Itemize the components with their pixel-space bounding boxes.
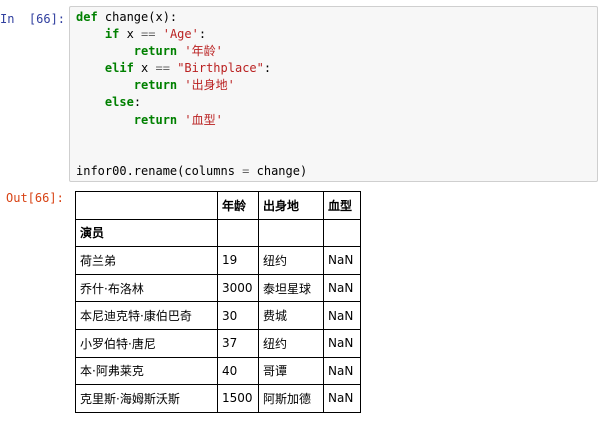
code-keyword: return — [133, 78, 178, 93]
code-keyword: else — [104, 95, 134, 110]
code-editor[interactable]: def change(x): if x == 'Age': return '年龄… — [76, 9, 307, 180]
row-index: 本·阿弗莱克 — [75, 356, 218, 386]
row-index: 荷兰弟 — [75, 246, 218, 275]
table-row: 克里斯·海姆斯沃斯 1500 阿斯加德 NaN — [75, 384, 361, 413]
bloodtype-cell: NaN — [323, 384, 361, 413]
bloodtype-cell: NaN — [323, 301, 361, 330]
code-text: : — [198, 27, 207, 42]
age-cell: 1500 — [217, 384, 259, 413]
age-cell: 40 — [217, 356, 259, 386]
age-cell: 19 — [217, 246, 259, 275]
age-cell: 3000 — [217, 273, 259, 303]
code-cell-input[interactable]: def change(x): if x == 'Age': return '年龄… — [69, 6, 598, 182]
output-prompt: Out[66]: — [6, 191, 64, 205]
input-prompt: In [66]: — [0, 12, 66, 26]
age-cell: 37 — [217, 328, 259, 358]
table-row: 乔什·布洛林 3000 泰坦星球 NaN — [75, 273, 361, 303]
column-header-blank — [75, 191, 218, 220]
dataframe-table: 年龄 出身地 血型 演员 荷兰弟 19 纽约 NaN 乔什·布洛林 3000 泰… — [75, 191, 361, 413]
birthplace-cell: 哥谭 — [258, 356, 324, 386]
row-index: 乔什·布洛林 — [75, 273, 218, 303]
bloodtype-cell: NaN — [323, 356, 361, 386]
empty-header-cell — [258, 218, 324, 248]
row-index: 小罗伯特·唐尼 — [75, 328, 218, 358]
birthplace-cell: 纽约 — [258, 328, 324, 358]
birthplace-cell: 费城 — [258, 301, 324, 330]
code-text: change(x): — [97, 10, 178, 24]
code-keyword: return — [133, 112, 178, 127]
code-text: infor00.rename(columns — [76, 163, 243, 178]
row-index: 本尼迪克特·康伯巴奇 — [75, 301, 218, 330]
code-string: '出身地' — [184, 78, 235, 93]
table-row: 本·阿弗莱克 40 哥谭 NaN — [75, 356, 361, 386]
code-text: : — [263, 61, 272, 76]
code-text: change) — [249, 163, 308, 178]
bloodtype-cell: NaN — [323, 246, 361, 275]
code-string: "Birthplace" — [177, 61, 264, 76]
bloodtype-cell: NaN — [323, 273, 361, 303]
empty-header-cell — [217, 218, 259, 248]
birthplace-cell: 阿斯加德 — [258, 384, 324, 413]
row-index: 克里斯·海姆斯沃斯 — [75, 384, 218, 413]
empty-header-cell — [323, 218, 361, 248]
code-keyword: elif — [104, 61, 134, 76]
code-keyword: def — [76, 10, 98, 24]
code-string: '血型' — [184, 112, 223, 127]
index-name-row: 演员 — [75, 218, 361, 248]
bloodtype-cell: NaN — [323, 328, 361, 358]
code-operator: == — [155, 61, 170, 76]
code-text: : — [133, 95, 142, 110]
code-string: '年龄' — [184, 44, 223, 59]
table-row: 小罗伯特·唐尼 37 纽约 NaN — [75, 328, 361, 358]
code-text: x — [133, 61, 156, 76]
code-keyword: return — [133, 44, 178, 59]
code-string: 'Age' — [162, 27, 199, 42]
birthplace-cell: 纽约 — [258, 246, 324, 275]
table-header-row: 年龄 出身地 血型 — [75, 191, 361, 220]
index-name: 演员 — [75, 218, 218, 248]
age-cell: 30 — [217, 301, 259, 330]
column-header-age: 年龄 — [217, 191, 259, 220]
birthplace-cell: 泰坦星球 — [258, 273, 324, 303]
table-row: 本尼迪克特·康伯巴奇 30 费城 NaN — [75, 301, 361, 330]
code-operator: == — [141, 27, 156, 42]
column-header-bloodtype: 血型 — [323, 191, 361, 220]
code-text: x — [119, 27, 142, 42]
column-header-birthplace: 出身地 — [258, 191, 324, 220]
code-keyword: if — [104, 27, 120, 42]
table-row: 荷兰弟 19 纽约 NaN — [75, 246, 361, 275]
